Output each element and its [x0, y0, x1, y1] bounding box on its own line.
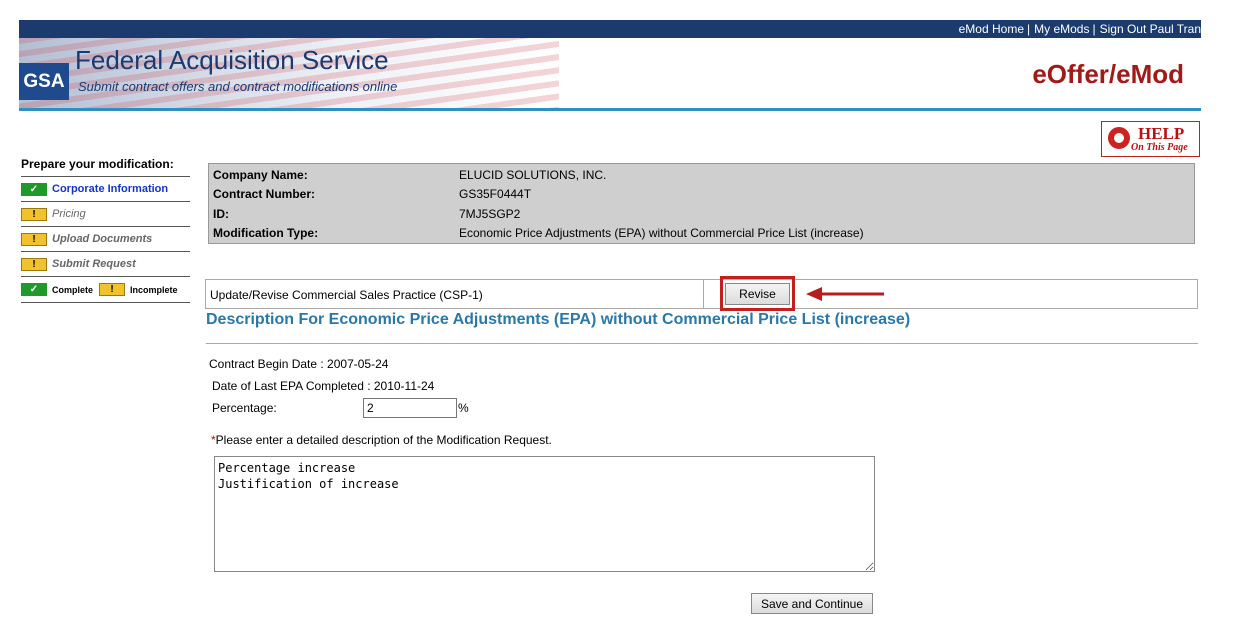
section-title: Description For Economic Price Adjustmen…: [206, 311, 911, 328]
sidebar-item-label: Upload Documents: [52, 233, 153, 245]
modification-steps-nav: Prepare your modification: ✓ Corporate I…: [21, 157, 190, 303]
site-title: Federal Acquisition Service: [75, 45, 389, 75]
help-label: HELP: [1138, 124, 1185, 143]
gsa-logo: GSA: [19, 63, 69, 100]
my-emods-link[interactable]: My eMods: [1034, 22, 1089, 36]
sidebar-item-submit-request[interactable]: ! Submit Request: [21, 251, 190, 276]
percentage-label: Percentage:: [212, 401, 277, 415]
status-legend: ✓ Complete ! Incomplete: [21, 276, 190, 303]
lifebuoy-icon: [1108, 127, 1130, 149]
nav-heading: Prepare your modification:: [21, 157, 174, 171]
link-separator: |: [1092, 22, 1096, 36]
exclamation-icon: !: [21, 232, 47, 246]
link-separator: |: [1027, 22, 1031, 36]
contract-number-label: Contract Number:: [213, 187, 316, 201]
header-divider: [19, 108, 1201, 111]
percentage-input[interactable]: [363, 398, 457, 418]
top-navigation-bar: eMod Home | My eMods | Sign Out Paul Tran: [19, 20, 1201, 38]
exclamation-icon: !: [21, 257, 47, 271]
modification-type-value: Economic Price Adjustments (EPA) without…: [459, 226, 864, 240]
callout-arrow-icon: [806, 287, 884, 301]
legend-complete-label: Complete: [52, 284, 94, 295]
exclamation-icon: !: [21, 207, 47, 221]
top-links: eMod Home | My eMods | Sign Out Paul Tran: [959, 22, 1201, 36]
sidebar-item-label: Corporate Information: [52, 183, 169, 195]
csp-row: Update/Revise Commercial Sales Practice …: [205, 279, 1198, 309]
company-name-value: ELUCID SOLUTIONS, INC.: [459, 168, 607, 182]
contract-info-panel: Company Name: ELUCID SOLUTIONS, INC. Con…: [208, 163, 1195, 244]
help-sublabel: On This Page: [1131, 142, 1188, 153]
save-and-continue-button[interactable]: Save and Continue: [751, 593, 873, 614]
modification-description-textarea[interactable]: Percentage increase Justification of inc…: [214, 456, 875, 572]
sign-out-link[interactable]: Sign Out Paul Tran: [1100, 22, 1201, 36]
id-value: 7MJ5SGP2: [459, 207, 521, 221]
sidebar-item-upload-documents[interactable]: ! Upload Documents: [21, 226, 190, 251]
exclamation-icon: !: [99, 283, 126, 296]
id-label: ID:: [213, 207, 229, 221]
check-icon: ✓: [21, 283, 47, 296]
section-divider: [206, 343, 1198, 344]
last-epa-date: Date of Last EPA Completed : 2010-11-24: [212, 379, 435, 393]
sidebar-item-corporate-information[interactable]: ✓ Corporate Information: [21, 176, 190, 201]
percentage-unit: %: [458, 401, 469, 415]
emod-home-link[interactable]: eMod Home: [959, 22, 1024, 36]
contract-number-value: GS35F0444T: [459, 187, 532, 201]
contract-begin-date: Contract Begin Date : 2007-05-24: [209, 357, 389, 371]
sidebar-item-label: Submit Request: [52, 258, 136, 270]
site-header: GSA Federal Acquisition Service Submit c…: [19, 38, 1201, 108]
modification-type-label: Modification Type:: [213, 226, 319, 240]
company-name-label: Company Name:: [213, 168, 308, 182]
csp-label: Update/Revise Commercial Sales Practice …: [210, 288, 483, 302]
product-name: eOffer/eMod: [1032, 59, 1184, 89]
check-icon: ✓: [21, 182, 47, 196]
required-note-text: Please enter a detailed description of t…: [215, 433, 552, 447]
legend-incomplete-label: Incomplete: [130, 284, 178, 295]
column-divider: [703, 280, 704, 308]
site-subtitle: Submit contract offers and contract modi…: [78, 79, 398, 94]
sidebar-item-label: Pricing: [52, 208, 86, 220]
revise-button[interactable]: Revise: [725, 283, 790, 305]
required-note: *Please enter a detailed description of …: [211, 433, 552, 447]
sidebar-item-pricing[interactable]: ! Pricing: [21, 201, 190, 226]
help-button[interactable]: HELP On This Page: [1101, 121, 1200, 157]
